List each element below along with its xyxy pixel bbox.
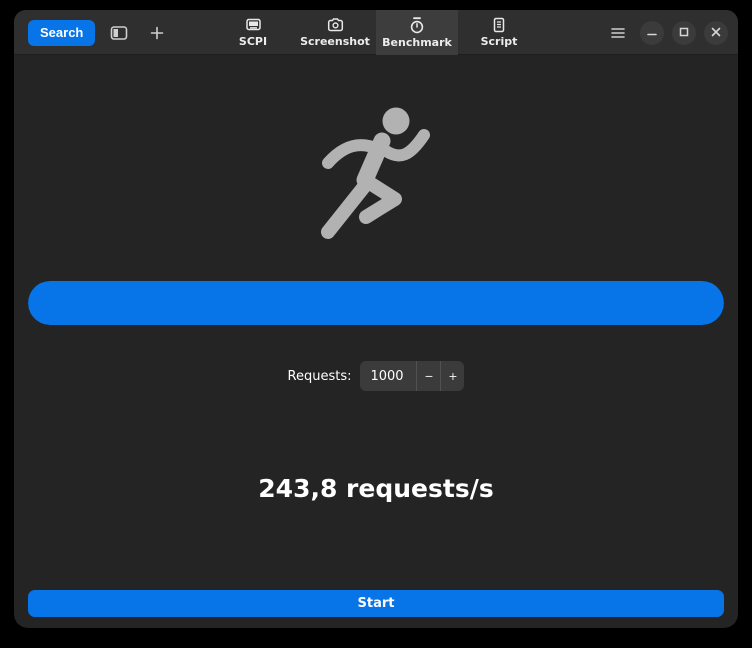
close-icon bbox=[711, 25, 721, 40]
progress-bar-fill bbox=[28, 281, 724, 325]
camera-icon bbox=[327, 17, 344, 33]
close-button[interactable] bbox=[704, 20, 728, 45]
running-person-icon bbox=[314, 103, 438, 247]
headerbar-left: Search bbox=[28, 10, 171, 55]
hamburger-menu-icon bbox=[611, 27, 625, 39]
search-button[interactable]: Search bbox=[28, 19, 96, 46]
sidebar-toggle-icon bbox=[110, 25, 128, 41]
stopwatch-icon bbox=[409, 16, 425, 34]
result-text: 243,8 requests/s bbox=[258, 474, 494, 503]
increment-button[interactable]: + bbox=[440, 361, 464, 391]
tab-screenshot[interactable]: Screenshot bbox=[294, 10, 376, 55]
sidebar-toggle-button[interactable] bbox=[105, 19, 133, 47]
requests-spinbutton: − + bbox=[360, 361, 465, 391]
requests-input[interactable] bbox=[360, 361, 417, 391]
headerbar: Search SCPI Screenshot Benchmark Script bbox=[14, 10, 738, 55]
tab-label: Script bbox=[480, 35, 518, 48]
minimize-icon bbox=[647, 25, 657, 40]
tab-script[interactable]: Script bbox=[458, 10, 540, 55]
tab-label: Screenshot bbox=[300, 35, 370, 48]
start-button[interactable]: Start bbox=[28, 590, 724, 617]
requests-row: Requests: − + bbox=[14, 361, 738, 391]
decrement-button[interactable]: − bbox=[416, 361, 440, 391]
display-icon bbox=[245, 17, 262, 33]
maximize-button[interactable] bbox=[672, 20, 696, 45]
minimize-button[interactable] bbox=[640, 20, 664, 45]
progress-bar bbox=[28, 281, 724, 325]
requests-label: Requests: bbox=[287, 368, 352, 384]
plus-icon bbox=[150, 26, 164, 40]
app-window: Search SCPI Screenshot Benchmark Script … bbox=[14, 10, 738, 628]
tab-benchmark[interactable]: Benchmark bbox=[376, 10, 458, 55]
tab-label: Benchmark bbox=[382, 35, 452, 49]
main-menu-button[interactable] bbox=[604, 19, 632, 47]
document-icon bbox=[491, 17, 507, 33]
tab-scpi[interactable]: SCPI bbox=[212, 10, 294, 55]
headerbar-right bbox=[604, 10, 728, 55]
new-tab-button[interactable] bbox=[143, 19, 171, 47]
tab-label: SCPI bbox=[238, 35, 268, 48]
tab-strip: SCPI Screenshot Benchmark Script bbox=[212, 10, 540, 55]
maximize-icon bbox=[679, 25, 689, 40]
